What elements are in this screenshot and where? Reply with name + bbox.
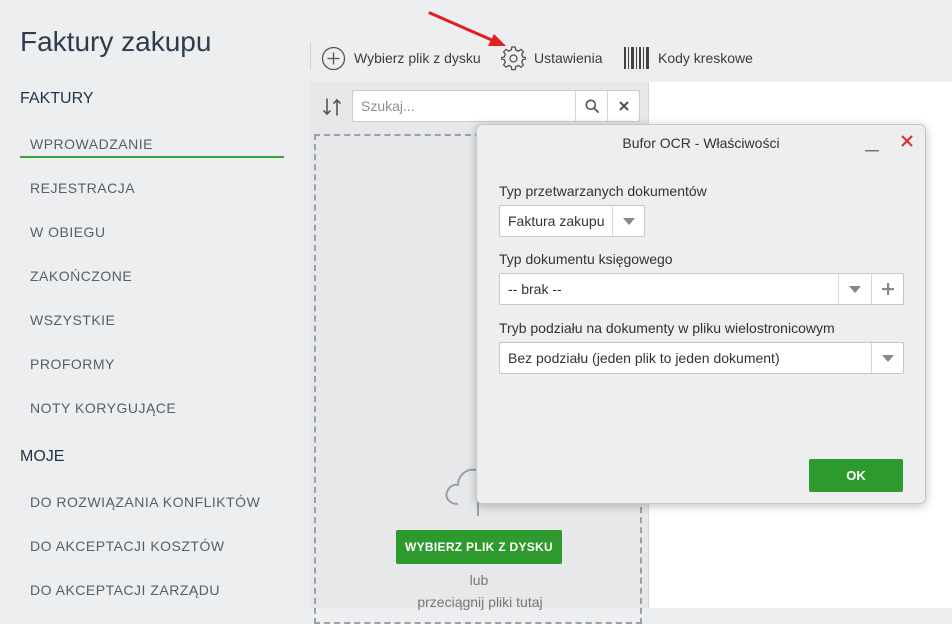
refresh-icon[interactable] xyxy=(320,95,344,119)
section-title-faktury: FAKTURY xyxy=(20,90,94,107)
search-input[interactable] xyxy=(353,91,575,121)
sidebar-item-zakonczone[interactable]: ZAKOŃCZONE xyxy=(30,268,132,284)
sidebar-item-wprowadzanie[interactable]: WPROWADZANIE xyxy=(30,136,153,152)
add-accounting-type-button[interactable] xyxy=(871,274,904,304)
close-icon xyxy=(619,101,629,111)
sidebar-item-do-akceptacji-zarzadu[interactable]: DO AKCEPTACJI ZARZĄDU xyxy=(30,582,220,598)
search-button[interactable] xyxy=(575,91,608,121)
sidebar-item-do-akceptacji-kosztow[interactable]: DO AKCEPTACJI KOSZTÓW xyxy=(30,538,225,554)
plus-icon xyxy=(882,283,894,295)
search-box xyxy=(352,90,640,122)
annotation-arrow-icon xyxy=(428,11,506,46)
sidebar: Faktury zakupu FAKTURY WPROWADZANIE REJE… xyxy=(0,0,310,608)
doc-type-value: Faktura zakupu xyxy=(508,213,605,229)
accounting-type-label: Typ dokumentu księgowego xyxy=(499,251,673,267)
choose-file-button[interactable]: WYBIERZ PLIK Z DYSKU xyxy=(396,530,562,564)
dialog-title: Bufor OCR - Właściwości xyxy=(622,135,780,151)
chevron-down-icon xyxy=(882,354,894,362)
sidebar-item-noty-korygujace[interactable]: NOTY KORYGUJĄCE xyxy=(30,400,176,416)
settings-label: Ustawienia xyxy=(534,50,603,66)
barcode-icon xyxy=(624,47,649,69)
clear-search-button[interactable] xyxy=(607,91,640,121)
dialog-close-button[interactable] xyxy=(897,131,917,151)
accounting-type-dropdown[interactable] xyxy=(838,274,871,304)
sidebar-item-proformy[interactable]: PROFORMY xyxy=(30,356,115,372)
doc-type-dropdown[interactable] xyxy=(612,206,645,236)
doc-type-select[interactable]: Faktura zakupu xyxy=(499,205,645,237)
accounting-type-value: -- brak -- xyxy=(508,281,562,297)
ocr-properties-dialog: Bufor OCR - Właściwości Typ przetwarzany… xyxy=(476,124,926,504)
close-icon xyxy=(901,135,913,147)
or-text: lub xyxy=(469,572,489,588)
ok-button[interactable]: OK xyxy=(809,459,903,492)
split-mode-select[interactable]: Bez podziału (jeden plik to jeden dokume… xyxy=(499,342,904,374)
section-title-moje: MOJE xyxy=(20,448,65,465)
sidebar-item-wszystkie[interactable]: WSZYSTKIE xyxy=(30,312,115,328)
doc-type-label: Typ przetwarzanych dokumentów xyxy=(499,183,707,199)
settings-button[interactable]: Ustawienia xyxy=(501,45,603,70)
split-mode-value: Bez podziału (jeden plik to jeden dokume… xyxy=(508,350,780,366)
split-mode-dropdown[interactable] xyxy=(871,343,904,373)
sidebar-item-rejestracja[interactable]: REJESTRACJA xyxy=(30,180,135,196)
barcodes-label: Kody kreskowe xyxy=(658,50,753,66)
sidebar-item-w-obiegu[interactable]: W OBIEGU xyxy=(30,224,106,240)
sidebar-item-do-rozwiazania-konfliktow[interactable]: DO ROZWIĄZANIA KONFLIKTÓW xyxy=(30,494,260,510)
active-item-underline xyxy=(20,156,284,158)
chevron-down-icon xyxy=(849,285,861,293)
search-icon xyxy=(585,99,599,113)
toolbar-separator xyxy=(310,42,311,70)
split-mode-label: Tryb podziału na dokumenty w pliku wielo… xyxy=(499,320,835,336)
page-title: Faktury zakupu xyxy=(20,26,212,57)
plus-circle-icon xyxy=(321,46,346,70)
minimize-icon xyxy=(865,150,879,152)
chevron-down-icon xyxy=(623,217,635,225)
barcodes-button[interactable]: Kody kreskowe xyxy=(624,46,753,70)
accounting-type-select[interactable]: -- brak -- xyxy=(499,273,904,305)
minimize-button[interactable] xyxy=(865,139,879,152)
